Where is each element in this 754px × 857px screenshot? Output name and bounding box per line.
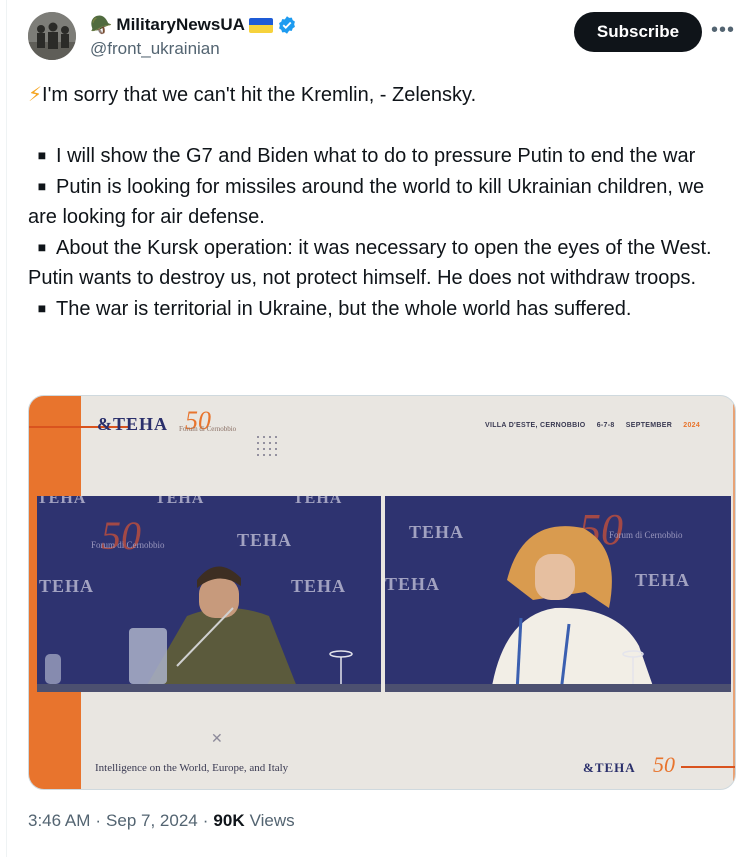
dates-text: 6-7-8 — [596, 422, 615, 429]
bullet-text: About the Kursk operation: it was necess… — [28, 237, 712, 289]
meta-separator: · — [202, 811, 209, 830]
right-accent-strip — [733, 396, 735, 789]
bullet-square-icon: ■ — [37, 178, 47, 194]
display-name[interactable]: MilitaryNewsUA — [116, 15, 244, 35]
author-handle[interactable]: @front_ukrainian — [90, 39, 220, 59]
month-text: SEPTEMBER — [625, 422, 673, 429]
avatar[interactable] — [28, 12, 76, 60]
bullet-square-icon: ■ — [37, 239, 47, 255]
views-label: Views — [249, 811, 295, 830]
tweet-text: ⚡I'm sorry that we can't hit the Kremlin… — [28, 80, 728, 324]
tweet-meta: 3:46 AM · Sep 7, 2024 · 90K Views — [28, 811, 295, 831]
video-panel-speaker: TEHA TEHA TEHA 50 Forum di Cernobbio TEH… — [37, 496, 381, 692]
bullet-item: ■ I will show the G7 and Biden what to do… — [28, 140, 728, 171]
teha-logo-top: &TEHA — [97, 414, 169, 434]
avatar-soldiers-image — [28, 12, 76, 60]
headline-line: ⚡I'm sorry that we can't hit the Kremlin… — [28, 80, 728, 110]
timeline-divider — [6, 0, 7, 857]
bullet-item: ■ The war is territorial in Ukraine, but … — [28, 293, 728, 324]
brand-text: TEHA — [113, 414, 169, 434]
bullet-square-icon: ■ — [37, 147, 47, 163]
media-tagline: Intelligence on the World, Europe, and I… — [95, 762, 289, 774]
bullet-square-icon: ■ — [37, 300, 47, 316]
helmet-icon: 🪖 — [90, 15, 113, 35]
lightning-icon: ⚡ — [28, 84, 43, 106]
subscribe-button[interactable]: Subscribe — [574, 12, 702, 52]
bullet-text: Putin is looking for missiles around the… — [28, 176, 705, 228]
author-name-row[interactable]: 🪖 MilitaryNewsUA — [90, 14, 297, 36]
bullet-text: The war is territorial in Ukraine, but t… — [56, 298, 632, 320]
desk-edge — [385, 684, 731, 692]
desk-edge — [37, 684, 381, 692]
verified-badge-icon[interactable] — [277, 15, 297, 35]
teha-logo-bottom: &TEHA — [583, 760, 636, 775]
brand-text: TEHA — [594, 760, 636, 775]
close-x-decoration: ✕ — [211, 730, 223, 746]
venue-text: VILLA D'ESTE, CERNOBBIO — [485, 422, 586, 429]
accent-line-bottom — [681, 766, 735, 768]
tweet-headline: I'm sorry that we can't hit the Kremlin,… — [42, 84, 477, 106]
post-date[interactable]: Sep 7, 2024 — [106, 811, 198, 831]
event-venue-dates: VILLA D'ESTE, CERNOBBIO 6-7-8 SEPTEMBER … — [485, 422, 700, 429]
bullet-item: ■ About the Kursk operation: it was neces… — [28, 232, 728, 293]
anniversary-mark-bottom: 50 — [653, 752, 675, 777]
more-options-icon[interactable]: ••• — [710, 20, 736, 44]
video-panel-moderator: TEHA TEHA TEHA 50 Forum di Cernobbio — [385, 496, 731, 692]
dot-grid-decoration — [255, 434, 281, 458]
year-text: 2024 — [683, 422, 701, 429]
bullet-text: I will show the G7 and Biden what to do … — [56, 145, 696, 167]
forum-name-small: Forum di Cernobbio — [179, 425, 237, 433]
post-time[interactable]: 3:46 AM — [28, 811, 90, 831]
meta-separator: · — [95, 811, 102, 830]
tweet-media-image[interactable]: &TEHA 50 Forum di Cernobbio VILLA D'ESTE… — [28, 395, 736, 790]
moderator-figure — [491, 526, 655, 692]
views-count[interactable]: 90K — [213, 811, 244, 831]
speaker-figure — [45, 566, 353, 692]
ukraine-flag-icon — [248, 17, 273, 33]
bullet-item: ■ Putin is looking for missiles around th… — [28, 171, 728, 232]
